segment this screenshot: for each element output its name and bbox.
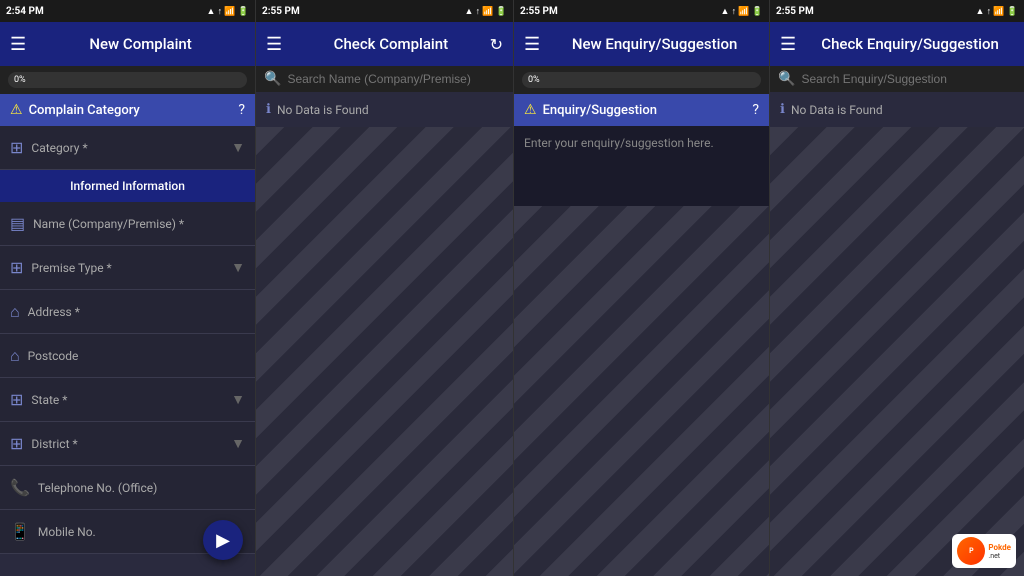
no-data-2: ℹ No Data is Found [256,92,513,127]
menu-icon-2[interactable]: ☰ [266,34,282,55]
menu-icon-1[interactable]: ☰ [10,34,26,55]
no-data-label-4: No Data is Found [791,103,883,117]
enquiry-placeholder: Enter your enquiry/suggestion here. [524,136,714,150]
time-4: 2:55 PM [776,6,814,17]
progress-label-1: 0% [14,75,26,85]
enquiry-textarea-area: Enter your enquiry/suggestion here. [514,126,769,206]
district-arrow: ▼ [231,435,245,452]
status-icons-1: ▲ ↑ 📶 🔋 [206,6,249,17]
address-field[interactable]: ⌂ Address * [0,290,255,334]
postcode-label: Postcode [28,349,245,363]
tiled-bg-2 [256,127,513,576]
status-bar-2: 2:55 PM ▲ ↑ 📶 🔋 [256,0,513,22]
progress-container-1: 0% [0,66,255,94]
new-enquiry-panel: 2:55 PM ▲ ↑ 📶 🔋 ☰ New Enquiry/Suggestion… [514,0,770,576]
informed-info-label: Informed Information [70,179,185,193]
help-icon-3[interactable]: ? [752,102,759,118]
pokde-logo: P Pokde .net [952,534,1016,568]
panel3-title: New Enquiry/Suggestion [550,35,759,53]
state-field[interactable]: ⊞ State * ▼ [0,378,255,422]
category-field[interactable]: ⊞ Category * ▼ [0,126,255,170]
alert-icon-1: ⚠ [10,102,23,118]
telephone-field[interactable]: 📞 Telephone No. (Office) [0,466,255,510]
refresh-icon-2[interactable]: ↻ [490,35,503,54]
pokde-name: Pokde [988,543,1011,552]
pokde-net: .net [988,552,1011,560]
time-2: 2:55 PM [262,6,300,17]
new-complaint-panel: 2:54 PM ▲ ↑ 📶 🔋 ☰ New Complaint 0% ⚠ Com… [0,0,256,576]
layers-icon-2: ⊞ [10,258,23,277]
panel3-header: ☰ New Enquiry/Suggestion [514,22,769,66]
search-icon-4: 🔍 [778,71,795,87]
status-icons-2: ▲ ↑ 📶 🔋 [464,6,507,17]
search-icon-2: 🔍 [264,71,281,87]
form-content-1: ⊞ Category * ▼ Informed Information ▤ Na… [0,126,255,576]
telephone-label: Telephone No. (Office) [38,481,245,495]
fab-button-1[interactable]: ▶ [203,520,243,560]
premise-type-label: Premise Type * [31,261,231,275]
premise-type-field[interactable]: ⊞ Premise Type * ▼ [0,246,255,290]
state-label: State * [31,393,231,407]
panel2-header: ☰ Check Complaint ↻ [256,22,513,66]
tiled-bg-3 [514,206,769,576]
search-bar-2: 🔍 [256,66,513,92]
progress-label-3: 0% [528,75,540,85]
menu-icon-4[interactable]: ☰ [780,34,796,55]
name-label: Name (Company/Premise) * [33,217,245,231]
home-icon-1: ⌂ [10,302,20,322]
name-field[interactable]: ▤ Name (Company/Premise) * [0,202,255,246]
layers-icon-1: ⊞ [10,138,23,157]
panel4-title: Check Enquiry/Suggestion [806,35,1014,53]
progress-container-3: 0% [514,66,769,94]
time-1: 2:54 PM [6,6,44,17]
section-title-3: Enquiry/Suggestion [543,103,753,118]
search-input-4[interactable] [801,72,1016,86]
district-label: District * [31,437,231,451]
check-enquiry-panel: 2:55 PM ▲ ↑ 📶 🔋 ☰ Check Enquiry/Suggesti… [770,0,1024,576]
panel1-header: ☰ New Complaint [0,22,255,66]
section-header-1: ⚠ Complain Category ? [0,94,255,126]
address-label: Address * [28,305,245,319]
panel1-title: New Complaint [36,35,245,53]
informed-info-btn[interactable]: Informed Information [0,170,255,202]
check-complaint-panel: 2:55 PM ▲ ↑ 📶 🔋 ☰ Check Complaint ↻ 🔍 ℹ … [256,0,514,576]
progress-track-1: 0% [8,72,247,88]
time-3: 2:55 PM [520,6,558,17]
section-header-3: ⚠ Enquiry/Suggestion ? [514,94,769,126]
category-label: Category * [31,141,231,155]
help-icon-1[interactable]: ? [238,102,245,118]
pokde-icon: P [957,537,985,565]
search-input-2[interactable] [287,72,505,86]
phone-icon-1: 📞 [10,478,30,497]
section-title-1: Complain Category [29,103,239,118]
layers-icon-4: ⊞ [10,434,23,453]
premise-arrow: ▼ [231,259,245,276]
state-arrow: ▼ [231,391,245,408]
status-bar-1: 2:54 PM ▲ ↑ 📶 🔋 [0,0,255,22]
phone-icon-2: 📱 [10,522,30,541]
info-icon-2: ℹ [266,102,271,117]
alert-icon-3: ⚠ [524,102,537,118]
status-icons-4: ▲ ↑ 📶 🔋 [975,6,1018,17]
info-icon-4: ℹ [780,102,785,117]
menu-icon-3[interactable]: ☰ [524,34,540,55]
fab-icon-1: ▶ [216,530,230,551]
business-icon: ▤ [10,214,25,233]
district-field[interactable]: ⊞ District * ▼ [0,422,255,466]
status-icons-3: ▲ ↑ 📶 🔋 [720,6,763,17]
progress-track-3: 0% [522,72,761,88]
tiled-bg-4: P Pokde .net [770,127,1024,576]
home-icon-2: ⌂ [10,346,20,366]
status-bar-4: 2:55 PM ▲ ↑ 📶 🔋 [770,0,1024,22]
category-arrow: ▼ [231,139,245,156]
no-data-label-2: No Data is Found [277,103,369,117]
status-bar-3: 2:55 PM ▲ ↑ 📶 🔋 [514,0,769,22]
search-bar-4: 🔍 [770,66,1024,92]
panel4-header: ☰ Check Enquiry/Suggestion [770,22,1024,66]
no-data-4: ℹ No Data is Found [770,92,1024,127]
panel2-title: Check Complaint [292,35,489,53]
postcode-field[interactable]: ⌂ Postcode [0,334,255,378]
pokde-text: Pokde .net [988,543,1011,560]
layers-icon-3: ⊞ [10,390,23,409]
